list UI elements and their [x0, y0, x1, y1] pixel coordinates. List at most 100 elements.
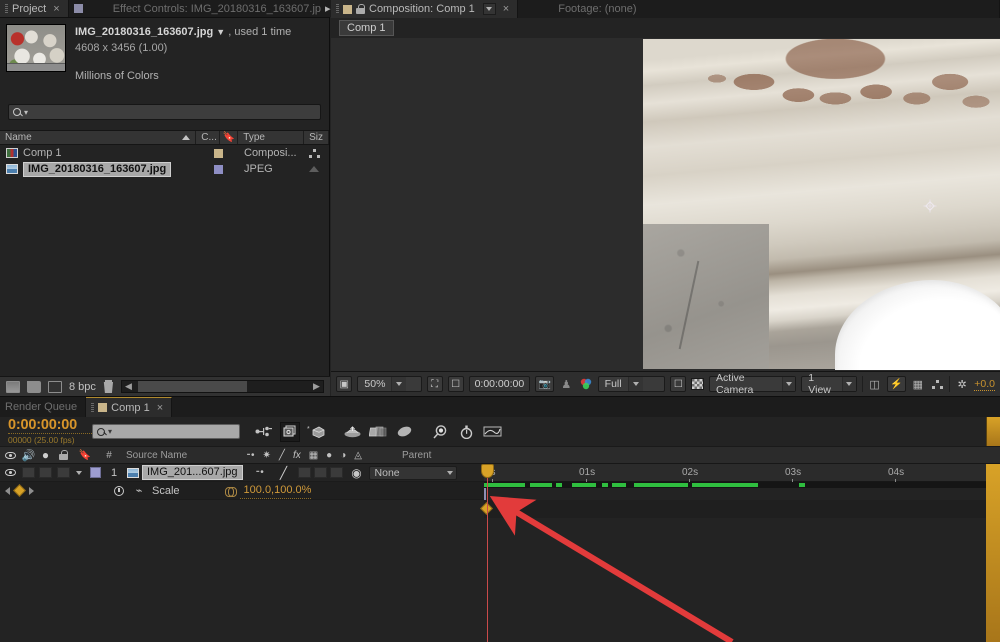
next-keyframe-icon[interactable]: [29, 487, 34, 495]
chevron-down-icon[interactable]: [391, 377, 406, 391]
region-of-interest-icon[interactable]: ⛶: [427, 376, 443, 392]
label-header-icon[interactable]: 🔖: [72, 450, 98, 461]
column-name[interactable]: Name: [0, 131, 196, 144]
project-horizontal-scrollbar[interactable]: ◀ ▶: [121, 380, 324, 393]
brainstorm-icon[interactable]: [430, 422, 450, 442]
motion-blur-icon[interactable]: [368, 422, 388, 442]
sub-tab-comp1[interactable]: Comp 1: [339, 20, 394, 36]
column-comment[interactable]: C...: [196, 131, 220, 144]
layer-source-name[interactable]: IMG_201...607.jpg: [142, 465, 243, 480]
project-row-footage-label[interactable]: IMG_20180316_163607.jpg: [23, 162, 171, 177]
fast-preview-icon[interactable]: ⚡: [887, 376, 906, 392]
resolution-dropdown[interactable]: Full: [598, 376, 666, 392]
playhead-indicator[interactable]: [487, 464, 488, 642]
project-search-input[interactable]: ▾: [8, 104, 321, 120]
project-row-comp-label-chip[interactable]: [197, 149, 239, 158]
timeline-icon[interactable]: ▦: [911, 376, 925, 392]
sort-ascending-icon[interactable]: [182, 135, 190, 140]
layer-number-header[interactable]: #: [98, 450, 120, 461]
keyframe-navigator[interactable]: [0, 486, 34, 495]
timeline-search-input[interactable]: ▾: [92, 424, 240, 439]
pixel-aspect-correction-icon[interactable]: ◫: [867, 376, 881, 392]
composition-mini-flowchart-icon[interactable]: [254, 422, 274, 442]
current-time-display[interactable]: 0:00:00:00 00000 (25.00 fps): [0, 418, 92, 445]
reset-exposure-icon[interactable]: ✲: [955, 376, 969, 392]
playhead-handle[interactable]: [481, 464, 494, 478]
project-row-footage[interactable]: IMG_20180316_163607.jpg JPEG: [0, 161, 329, 177]
layer-switch-b[interactable]: [313, 464, 329, 481]
graph-editor-icon[interactable]: [394, 422, 414, 442]
new-folder-icon[interactable]: [27, 381, 41, 393]
show-channel-icon[interactable]: [578, 376, 592, 392]
scroll-left-icon[interactable]: ◀: [122, 381, 135, 392]
tab-project[interactable]: Project ×: [0, 0, 69, 17]
tab-render-queue[interactable]: Render Queue: [0, 397, 86, 417]
audio-toggle-header-icon[interactable]: 🔊: [20, 449, 37, 462]
exposure-value[interactable]: +0.0: [974, 378, 995, 391]
viewer-time-display[interactable]: 0:00:00:00: [469, 376, 531, 392]
transparency-grid-icon[interactable]: [691, 378, 704, 390]
layer-audio-toggle[interactable]: [20, 464, 37, 481]
close-icon[interactable]: ×: [503, 3, 509, 15]
previous-keyframe-icon[interactable]: [5, 487, 10, 495]
tab-footage[interactable]: Footage: (none): [518, 0, 1000, 18]
three-d-layer-icon[interactable]: ◬: [354, 450, 362, 461]
scale-stopwatch-icon[interactable]: [108, 482, 130, 499]
current-timecode[interactable]: 0:00:00:00: [8, 418, 92, 434]
new-composition-icon[interactable]: [48, 381, 62, 393]
comp-flowchart-icon[interactable]: [930, 376, 944, 392]
solo-header-icon[interactable]: ●: [37, 448, 54, 462]
project-row-footage-label-chip[interactable]: [197, 165, 239, 174]
tab-composition[interactable]: Composition: Comp 1 ×: [331, 0, 518, 18]
layer-track-row[interactable]: [484, 482, 1000, 500]
layer-lock-toggle[interactable]: [54, 464, 72, 481]
adjustment-layer-icon[interactable]: ◑: [340, 450, 346, 461]
quality-icon[interactable]: ╱: [279, 450, 285, 461]
chevron-down-icon[interactable]: [782, 377, 795, 391]
parent-header[interactable]: Parent: [392, 450, 431, 461]
lock-header-icon[interactable]: [54, 450, 72, 460]
interpret-footage-icon[interactable]: [6, 381, 20, 393]
layer-row[interactable]: 1 IMG_201...607.jpg ⁃• ╱ ◉ None: [0, 464, 484, 482]
take-snapshot-icon[interactable]: 📷: [535, 376, 554, 392]
scroll-right-icon[interactable]: ▶: [310, 381, 323, 392]
parent-pickwhip-icon[interactable]: ◉: [345, 464, 369, 481]
scrollbar-thumb[interactable]: [138, 381, 247, 392]
view-layout-dropdown[interactable]: 1 View: [801, 376, 856, 392]
effects-icon[interactable]: fx: [293, 450, 301, 461]
close-icon[interactable]: ×: [157, 402, 163, 414]
layer-name-cell[interactable]: IMG_201...607.jpg: [142, 464, 243, 481]
quality-icon[interactable]: ╱: [271, 464, 297, 481]
collapse-transform-icon[interactable]: ✷: [263, 450, 271, 461]
toggle-mask-icon[interactable]: ☐: [670, 376, 686, 392]
graph-editor-property-icon[interactable]: ⌁: [130, 482, 148, 499]
viewer-canvas[interactable]: [331, 38, 1000, 370]
comp-dropdown-icon[interactable]: [483, 3, 496, 15]
source-name-header[interactable]: Source Name: [120, 450, 240, 461]
magnification-dropdown[interactable]: 50%: [357, 376, 421, 392]
delete-icon[interactable]: [103, 380, 114, 393]
draft-3d-icon[interactable]: [280, 422, 300, 442]
shy-icon[interactable]: ⁃•: [246, 450, 255, 461]
scale-link-icon[interactable]: [222, 482, 240, 499]
motion-blur-icon[interactable]: ●: [326, 450, 332, 461]
shy-icon[interactable]: ⁃•: [249, 464, 271, 481]
parent-dropdown[interactable]: None: [369, 466, 457, 480]
bit-depth-label[interactable]: 8 bpc: [69, 381, 96, 393]
layer-switch-a[interactable]: [297, 464, 313, 481]
scale-value[interactable]: 100.0,100.0%: [240, 482, 312, 499]
layer-expand-icon[interactable]: [72, 464, 86, 481]
frame-blending-icon[interactable]: [342, 422, 362, 442]
show-snapshot-icon[interactable]: ♟: [559, 376, 573, 392]
hide-shy-layers-icon[interactable]: *: [306, 422, 326, 442]
tab-effect-controls[interactable]: Effect Controls: IMG_20180316_163607.jp …: [69, 0, 346, 17]
column-label[interactable]: 🔖: [220, 131, 238, 144]
chevron-down-icon[interactable]: [628, 377, 643, 391]
project-row-comp[interactable]: Comp 1 Composi...: [0, 145, 329, 161]
column-type[interactable]: Type: [238, 131, 304, 144]
auto-keyframe-icon[interactable]: [456, 422, 476, 442]
tab-comp1-timeline[interactable]: Comp 1 ×: [86, 397, 172, 417]
scale-keyframe-track[interactable]: [484, 500, 1000, 518]
close-icon[interactable]: ×: [53, 3, 59, 15]
motion-blur-toggle-icon[interactable]: [482, 422, 502, 442]
